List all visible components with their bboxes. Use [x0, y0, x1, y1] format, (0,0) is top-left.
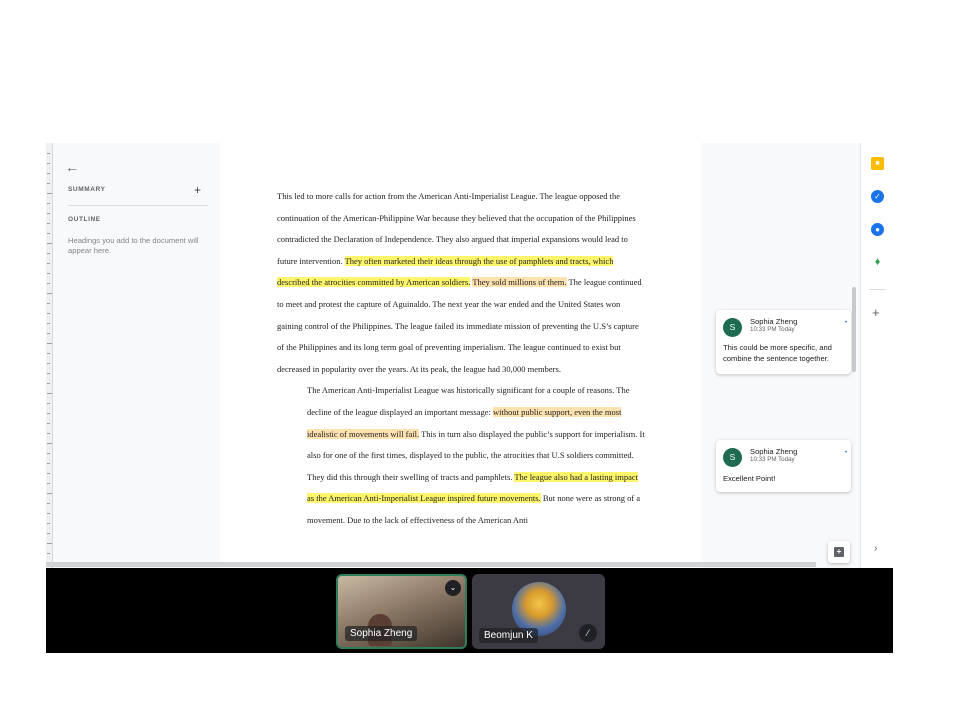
- horizontal-scrollbar[interactable]: [46, 562, 816, 567]
- ruler-tick: [47, 443, 52, 444]
- document-paragraph[interactable]: The American Anti-Imperialist League was…: [277, 380, 645, 531]
- explore-icon: +: [834, 547, 844, 557]
- ruler-tick: [47, 403, 50, 404]
- ruler-tick: [47, 193, 52, 194]
- comment-body: Excellent Point!: [723, 474, 776, 483]
- chevron-right-icon[interactable]: ›: [874, 543, 877, 554]
- ruler-tick: [47, 313, 50, 314]
- ruler-tick: [47, 543, 52, 544]
- ruler-tick: [47, 243, 52, 244]
- document-paragraph[interactable]: This led to more calls for action from t…: [277, 186, 645, 380]
- ruler-tick: [47, 203, 50, 204]
- avatar: S: [723, 448, 742, 467]
- add-summary-button[interactable]: +: [194, 183, 201, 197]
- comment-card[interactable]: S Sophia Zheng 10:33 PM Today • Excellen…: [716, 440, 851, 492]
- comment-card[interactable]: S Sophia Zheng 10:33 PM Today • This cou…: [716, 310, 851, 374]
- ruler-tick: [47, 183, 50, 184]
- keep-icon[interactable]: ■: [871, 157, 884, 170]
- ruler-tick: [47, 363, 50, 364]
- ruler-tick: [47, 523, 50, 524]
- ruler-tick: [47, 253, 50, 254]
- ruler-tick: [47, 393, 52, 394]
- ruler-tick: [47, 353, 50, 354]
- side-apps-panel: ■ ✓ ● ♦ + ›: [860, 143, 893, 568]
- ruler-tick: [47, 343, 52, 344]
- scrollbar[interactable]: [852, 287, 856, 372]
- comment-time: 10:33 PM Today: [750, 456, 795, 463]
- ruler-tick: [47, 213, 50, 214]
- commented-text[interactable]: They sold millions of them.: [472, 277, 567, 288]
- contacts-icon[interactable]: ●: [871, 223, 884, 236]
- text-run: The league continued to meet and protest…: [277, 277, 642, 374]
- ruler-tick: [47, 163, 50, 164]
- ruler-tick: [47, 293, 52, 294]
- arrow-left-icon[interactable]: ←: [65, 159, 79, 175]
- more-options-icon[interactable]: •: [845, 320, 847, 326]
- summary-label: SUMMARY: [68, 186, 106, 193]
- google-docs-window: ← SUMMARY + OUTLINE Headings you add to …: [46, 143, 893, 653]
- text-run: This led to more calls for action from t…: [277, 191, 636, 266]
- ruler-tick: [47, 303, 50, 304]
- comment-rail: S Sophia Zheng 10:33 PM Today • This cou…: [701, 143, 860, 568]
- ruler-tick: [47, 233, 50, 234]
- ruler-tick: [47, 373, 50, 374]
- ruler-tick: [47, 223, 50, 224]
- outline-help-text: Headings you add to the document will ap…: [68, 236, 199, 255]
- ruler-tick: [47, 533, 50, 534]
- ruler-tick: [47, 553, 50, 554]
- get-add-ons-button[interactable]: +: [872, 305, 880, 320]
- ruler-tick: [47, 263, 50, 264]
- divider: [68, 205, 208, 206]
- ruler-tick: [47, 453, 50, 454]
- ruler-tick: [47, 283, 50, 284]
- explore-button[interactable]: +: [828, 541, 850, 563]
- ruler-tick: [47, 463, 50, 464]
- divider: [869, 289, 886, 290]
- document-page[interactable]: This led to more calls for action from t…: [220, 143, 701, 568]
- comment-author: Sophia Zheng: [750, 447, 798, 456]
- ruler-tick: [47, 383, 50, 384]
- ruler-tick: [47, 273, 50, 274]
- vertical-ruler: [46, 143, 53, 568]
- ruler-tick: [47, 473, 50, 474]
- ruler-tick: [47, 413, 50, 414]
- ruler-tick: [47, 423, 50, 424]
- ruler-tick: [47, 513, 50, 514]
- ruler-tick: [47, 153, 50, 154]
- ruler-tick: [47, 493, 52, 494]
- ruler-tick: [47, 323, 50, 324]
- more-options-icon[interactable]: •: [845, 450, 847, 456]
- ruler-tick: [47, 173, 50, 174]
- meet-participant-strip: ⌄ Sophia Zheng Beomjun K ⁄: [46, 568, 893, 653]
- ruler-tick: [47, 433, 50, 434]
- outline-label: OUTLINE: [68, 216, 101, 223]
- comment-author: Sophia Zheng: [750, 317, 798, 326]
- ruler-tick: [47, 333, 50, 334]
- avatar: S: [723, 318, 742, 337]
- ruler-tick: [47, 483, 50, 484]
- ruler-tick: [47, 503, 50, 504]
- participant-name: Beomjun K: [479, 628, 538, 643]
- mic-off-icon: ⁄: [579, 624, 597, 642]
- document-outline-panel: ← SUMMARY + OUTLINE Headings you add to …: [53, 143, 219, 568]
- participant-tile[interactable]: Beomjun K ⁄: [472, 574, 605, 649]
- comment-body: This could be more specific, and combine…: [723, 343, 832, 363]
- maps-icon[interactable]: ♦: [871, 256, 884, 269]
- chevron-down-icon[interactable]: ⌄: [445, 580, 461, 596]
- tasks-icon[interactable]: ✓: [871, 190, 884, 203]
- document-body[interactable]: This led to more calls for action from t…: [277, 186, 645, 532]
- participant-name: Sophia Zheng: [345, 626, 418, 641]
- comment-time: 10:33 PM Today: [750, 326, 795, 333]
- participant-tile[interactable]: ⌄ Sophia Zheng: [336, 574, 467, 649]
